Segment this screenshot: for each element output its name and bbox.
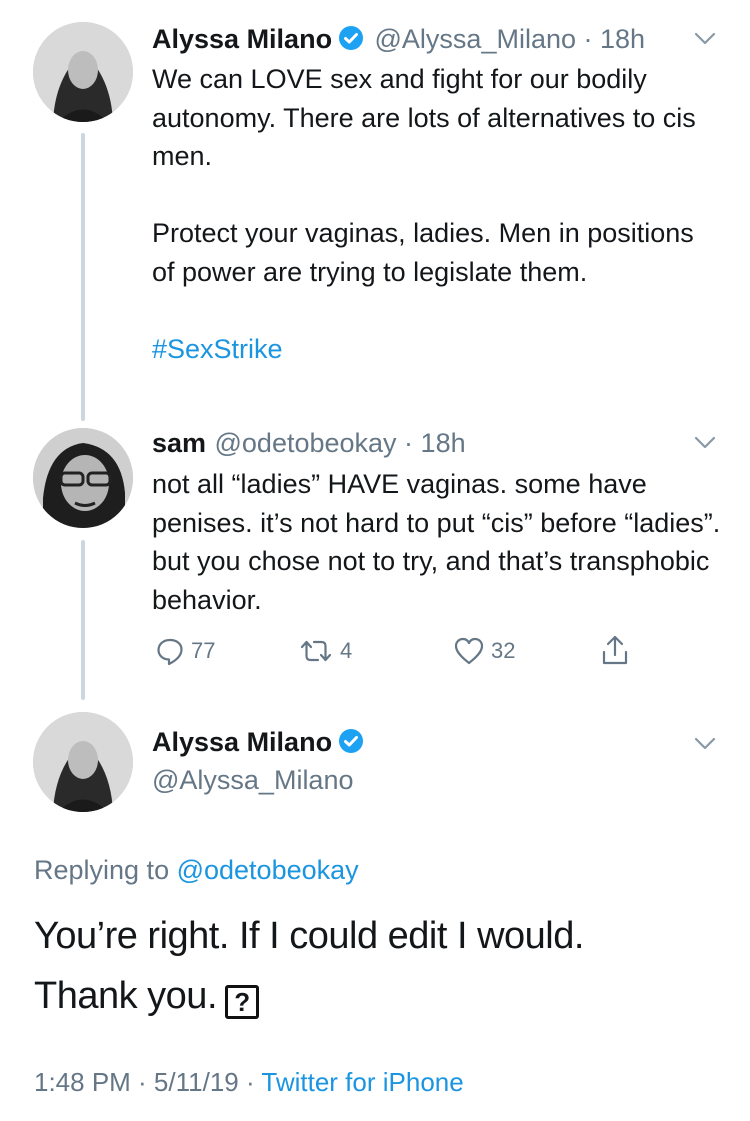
tweet1-header: Alyssa Milano @Alyssa_Milano · 18h xyxy=(152,24,645,56)
share-icon xyxy=(602,635,628,665)
author-name[interactable]: Alyssa Milano xyxy=(152,24,332,54)
replying-to-label: Replying to xyxy=(34,855,177,885)
retweet-button[interactable]: 4 xyxy=(298,636,352,666)
retweet-icon xyxy=(300,640,332,662)
replying-to-link[interactable]: @odetobeokay xyxy=(177,855,359,885)
retweet-count: 4 xyxy=(340,638,353,663)
verified-icon xyxy=(338,25,364,56)
tweet2-header: sam @odetobeokay · 18h xyxy=(152,428,466,459)
avatar-alyssa-milano[interactable] xyxy=(33,712,133,812)
tweet3-line-2: Thank you. xyxy=(34,975,218,1017)
reply-button[interactable]: 77 xyxy=(155,636,215,666)
profile-photo-icon xyxy=(33,22,133,122)
tweet3-line-1: You’re right. If I could edit I would. xyxy=(34,915,584,957)
author-handle[interactable]: @Alyssa_Milano xyxy=(152,765,354,796)
author-name[interactable]: Alyssa Milano xyxy=(152,727,332,757)
profile-photo-icon xyxy=(33,428,133,528)
separator-dot: · xyxy=(576,24,601,54)
avatar-alyssa-milano[interactable] xyxy=(33,22,133,122)
tweet2-body: not all “ladies” HAVE vaginas. some have… xyxy=(152,469,721,615)
tweet-time[interactable]: 18h xyxy=(421,428,466,458)
like-count: 32 xyxy=(491,638,516,663)
avatar-sam[interactable] xyxy=(33,428,133,528)
heart-icon xyxy=(454,637,484,665)
replying-to: Replying to @odetobeokay xyxy=(34,855,359,886)
author-handle[interactable]: @odetobeokay xyxy=(215,428,397,458)
reply-count: 77 xyxy=(191,638,216,663)
emoji-placeholder-icon: ? xyxy=(225,985,259,1019)
verified-icon xyxy=(338,728,364,759)
thread-line xyxy=(81,133,85,421)
chevron-down-icon[interactable] xyxy=(694,436,716,455)
timestamp[interactable]: 1:48 PM · 5/11/19 · xyxy=(34,1067,261,1097)
chevron-down-icon[interactable] xyxy=(694,737,716,756)
tweet1-text: We can LOVE sex and fight for our bodily… xyxy=(152,60,722,368)
author-name[interactable]: sam xyxy=(152,428,206,458)
thread-line xyxy=(81,540,85,700)
like-button[interactable]: 32 xyxy=(453,636,515,666)
tweet-time[interactable]: 18h xyxy=(600,24,645,54)
hashtag-link[interactable]: #SexStrike xyxy=(152,330,722,369)
source-link[interactable]: Twitter for iPhone xyxy=(261,1067,463,1097)
separator-dot: · xyxy=(396,428,421,458)
tweet1-paragraph-1: We can LOVE sex and fight for our bodily… xyxy=(152,64,696,171)
author-handle[interactable]: @Alyssa_Milano xyxy=(375,24,577,54)
profile-photo-icon xyxy=(33,712,133,812)
chevron-down-icon[interactable] xyxy=(694,32,716,51)
reply-icon xyxy=(157,638,183,666)
tweet-meta: 1:48 PM · 5/11/19 · Twitter for iPhone xyxy=(34,1067,464,1098)
share-button[interactable] xyxy=(600,634,636,666)
tweet3-name-row: Alyssa Milano xyxy=(152,727,364,759)
tweet1-paragraph-2: Protect your vaginas, ladies. Men in pos… xyxy=(152,218,694,287)
tweet3-line-2-row: Thank you.? xyxy=(34,966,259,1026)
tweet2-text: not all “ladies” HAVE vaginas. some have… xyxy=(152,465,727,619)
